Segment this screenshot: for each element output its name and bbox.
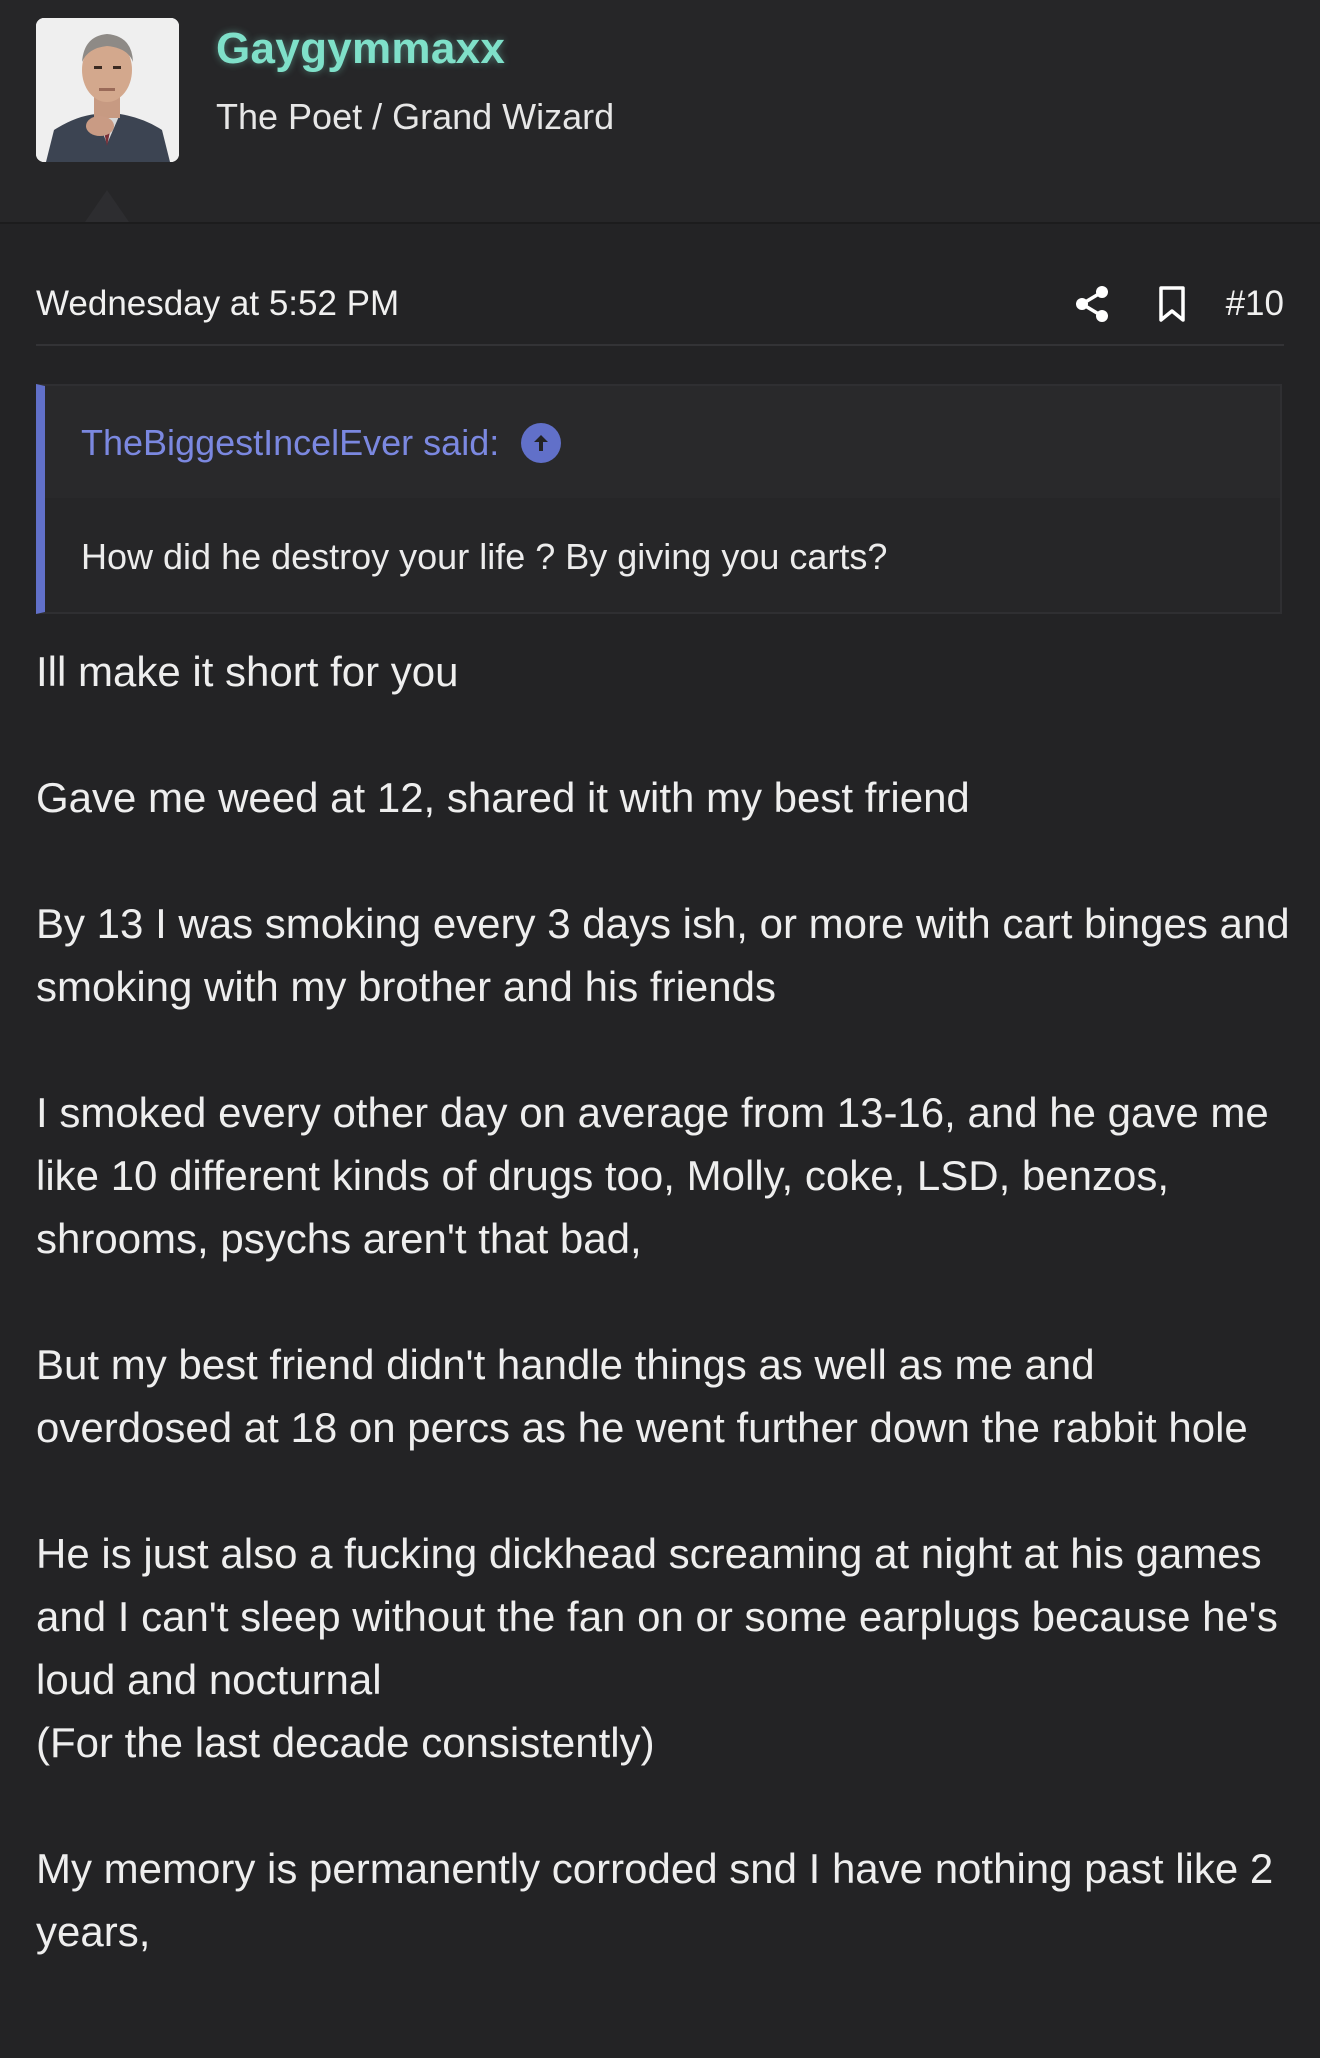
quote-header: TheBiggestIncelEver said: [45,386,1280,498]
share-icon [1075,286,1108,322]
quote-author-label[interactable]: TheBiggestIncelEver said: [81,422,499,464]
post-actions: #10 [1052,276,1284,332]
quote-text: How did he destroy your life ? By giving… [81,536,888,577]
user-title: The Poet / Grand Wizard [216,96,615,137]
message-paragraph: My memory is permanently corroded snd I … [36,1845,1274,1955]
bookmark-icon [1158,286,1185,322]
post-body: Wednesday at 5:52 PM #10 TheBiggestIncel… [0,224,1320,2058]
message-content: Ill make it short for you Gave me weed a… [36,640,1296,2026]
post-date[interactable]: Wednesday at 5:52 PM [36,284,399,324]
message-paragraph: He is just also a fucking dickhead screa… [36,1530,1278,1703]
quote-block: TheBiggestIncelEver said: How did he des… [36,384,1282,614]
message-paragraph: But my best friend didn't handle things … [36,1341,1248,1451]
message-paragraph: I smoked every other day on average from… [36,1089,1269,1262]
post-number-link[interactable]: #10 [1226,284,1284,324]
post-meta: Wednesday at 5:52 PM #10 [36,264,1284,346]
message-paragraph: By 13 I was smoking every 3 days ish, or… [36,900,1290,1010]
message-paragraph: Gave me weed at 12, shared it with my be… [36,774,970,821]
user-header: Gaygymmaxx The Poet / Grand Wizard [0,0,1320,224]
share-button[interactable] [1052,276,1132,332]
avatar-portrait-image [36,18,179,162]
message-paragraph: (For the last decade consistently) [36,1719,655,1766]
message-paragraph: Ill make it short for you [36,648,459,695]
username[interactable]: Gaygymmaxx [216,24,505,74]
bookmark-button[interactable] [1132,276,1212,332]
message-caret [85,190,129,222]
jump-to-quote-icon[interactable] [521,423,562,463]
quote-attribution[interactable]: TheBiggestIncelEver said: [81,422,562,464]
avatar[interactable] [36,18,179,162]
